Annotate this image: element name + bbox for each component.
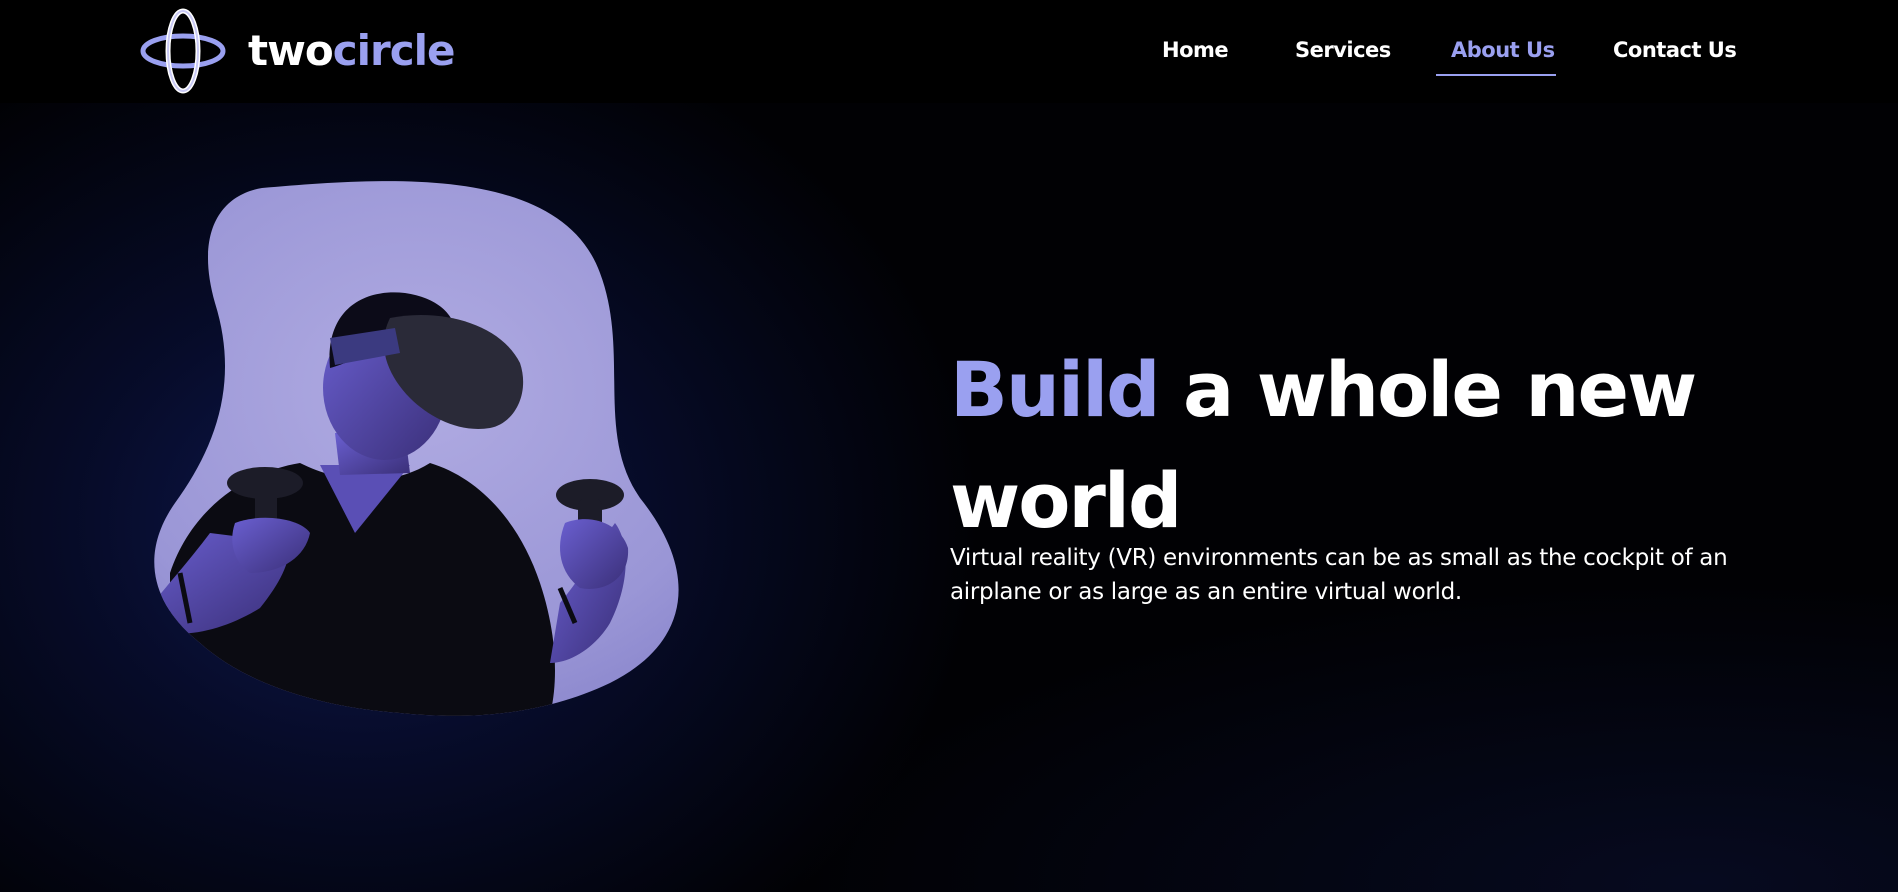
nav-item-contact-us[interactable]: Contact Us: [1613, 38, 1737, 62]
logo-wordmark: twocircle: [248, 30, 456, 72]
logo-text-circle: circle: [332, 26, 456, 75]
nav-item-home[interactable]: Home: [1162, 38, 1229, 62]
hero-headline: Build a whole new world: [950, 334, 1770, 556]
nav-item-services[interactable]: Services: [1295, 38, 1391, 62]
two-circle-logo-icon: [140, 8, 226, 94]
hero-description: Virtual reality (VR) environments can be…: [950, 545, 1728, 605]
logo-text-two: two: [248, 26, 334, 75]
site-header: twocircle Home Services About Us Contact…: [0, 0, 1898, 103]
hero-section: Build a whole new world Virtual reality …: [0, 103, 1898, 892]
page: twocircle Home Services About Us Contact…: [0, 0, 1898, 892]
vr-person-image: [154, 181, 679, 716]
active-nav-underline: [1436, 74, 1556, 76]
logo[interactable]: twocircle: [140, 8, 456, 94]
headline-accent: Build: [950, 344, 1161, 434]
nav-item-about-us[interactable]: About Us: [1451, 38, 1555, 62]
